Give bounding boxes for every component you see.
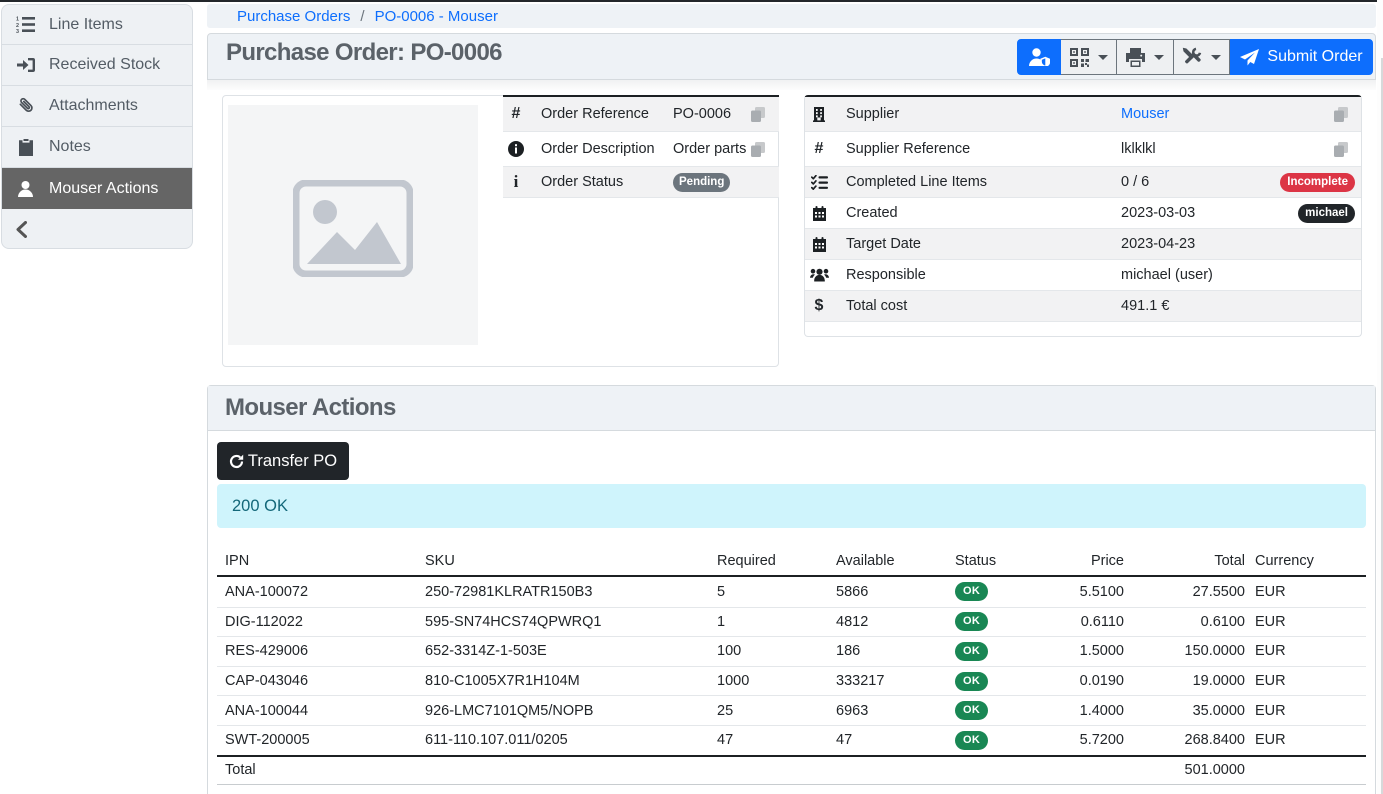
svg-text:1: 1 [16,17,19,23]
svg-text:2: 2 [16,23,19,29]
svg-text:3: 3 [16,29,19,33]
